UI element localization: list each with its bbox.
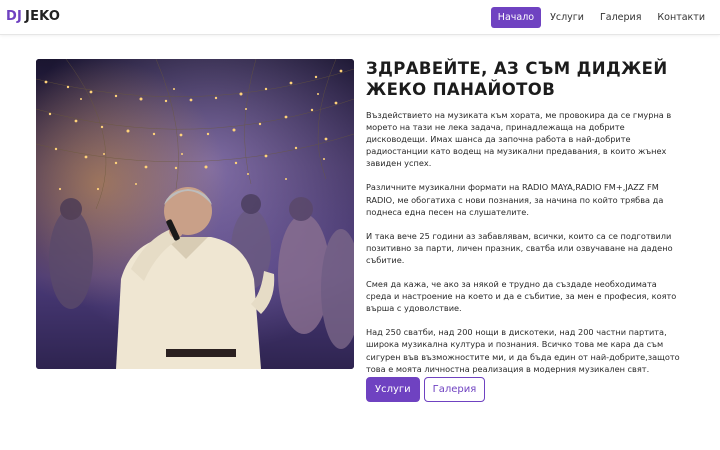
main-nav: Начало Услуги Галерия Контакти [490, 7, 712, 28]
services-button[interactable]: Услуги [366, 377, 420, 402]
nav-item-contacts[interactable]: Контакти [650, 7, 712, 28]
brand-name: JEKO [25, 9, 61, 24]
intro-section: ЗДРАВЕЙТЕ, АЗ СЪМ ДИДЖЕЙ ЖЕКО ПАНАЙОТОВ … [366, 58, 684, 387]
brand-prefix: DJ [6, 9, 23, 24]
intro-paragraph-5: Над 250 сватби, над 200 нощи в дискотеки… [366, 327, 680, 374]
intro-paragraph-4: Смея да кажа, че ако за някой е трудно д… [366, 279, 677, 314]
cta-buttons: Услуги Галерия [366, 377, 486, 402]
nav-item-services[interactable]: Услуги [543, 7, 591, 28]
dj-photo [36, 59, 354, 369]
navbar: DJ JEKO Начало Услуги Галерия Контакти [0, 0, 720, 35]
page-title: ЗДРАВЕЙТЕ, АЗ СЪМ ДИДЖЕЙ ЖЕКО ПАНАЙОТОВ [366, 59, 668, 99]
nav-item-home[interactable]: Начало [490, 7, 542, 28]
intro-paragraph-1: Въздействието на музиката към хората, ме… [366, 110, 672, 169]
brand-logo[interactable]: DJ JEKO [6, 9, 60, 24]
gallery-button[interactable]: Галерия [423, 377, 486, 402]
intro-paragraph-2: Различните музикални формати на RADIO MA… [366, 182, 664, 217]
intro-paragraph-3: И така вече 25 години аз забавлявам, вси… [366, 230, 673, 265]
nav-item-gallery[interactable]: Галерия [593, 7, 648, 28]
